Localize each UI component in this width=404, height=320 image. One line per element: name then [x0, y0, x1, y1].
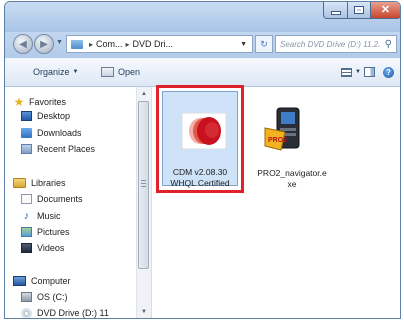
open-icon — [101, 67, 114, 77]
file-item-pro2-navigator[interactable]: PRO2 PRO2_navigator.e xe — [251, 93, 333, 199]
organize-label: Organize — [33, 67, 70, 77]
sidebar-item-label: OS (C:) — [37, 292, 68, 302]
navigation-pane-scrollbar[interactable]: ▲ ▼ — [136, 87, 151, 318]
scroll-up-icon[interactable]: ▲ — [137, 87, 151, 100]
maximize-icon — [354, 6, 364, 14]
desktop-icon — [21, 111, 32, 121]
navigation-pane: ★ Favorites Desktop Downloads Recent Pla… — [5, 87, 153, 318]
forward-arrow-icon: ▶ — [40, 38, 48, 50]
file-name: PRO2_navigator.e xe — [257, 168, 327, 189]
sidebar-item-label: Videos — [37, 243, 65, 253]
back-arrow-icon: ◀ — [19, 38, 27, 50]
documents-icon — [21, 194, 32, 204]
videos-icon — [21, 243, 32, 253]
help-icon: ? — [383, 66, 394, 78]
scroll-down-icon[interactable]: ▼ — [137, 305, 151, 318]
address-bar[interactable]: ▸ Com... ▸ DVD Dri... ▼ — [66, 35, 253, 53]
libraries-icon — [13, 178, 26, 188]
dvd-icon — [21, 307, 32, 318]
sidebar-item-label: Pictures — [37, 227, 70, 237]
music-icon: ♪ — [23, 210, 30, 222]
explorer-window: ✕ ◀ ▶ ▼ ▸ Com... ▸ DVD Dri... ▼ ↻ ⚲ Orga… — [4, 1, 401, 319]
sidebar-item-libraries[interactable]: Libraries — [13, 176, 66, 190]
address-dropdown-icon[interactable]: ▼ — [240, 41, 247, 48]
preview-pane-button[interactable] — [364, 58, 375, 86]
file-item-cdm[interactable]: CDM v2.08.30 WHQL Certified — [156, 85, 244, 193]
refresh-button[interactable]: ↻ — [255, 35, 273, 53]
sidebar-item-label: Desktop — [37, 111, 71, 121]
pro2-navigator-icon: PRO2 — [264, 107, 300, 151]
drive-icon — [21, 292, 32, 302]
file-name: CDM v2.08.30 WHQL Certified — [170, 167, 230, 188]
breadcrumb-dvd-drive[interactable]: DVD Dri... — [133, 39, 174, 49]
pane-divider[interactable] — [151, 87, 152, 318]
search-icon[interactable]: ⚲ — [385, 39, 392, 50]
change-view-button[interactable]: ▼ — [341, 58, 361, 86]
sidebar-item-documents[interactable]: Documents — [21, 192, 83, 206]
computer-icon — [13, 276, 26, 286]
back-button[interactable]: ◀ — [13, 34, 33, 54]
breadcrumb-separator[interactable]: ▸ — [126, 40, 130, 49]
navigation-bar: ◀ ▶ ▼ ▸ Com... ▸ DVD Dri... ▼ ↻ ⚲ — [5, 32, 400, 58]
recent-pages-dropdown[interactable]: ▼ — [56, 39, 63, 46]
breadcrumb-computer[interactable]: Com... — [96, 39, 123, 49]
sidebar-item-recent-places[interactable]: Recent Places — [21, 142, 95, 156]
maximize-button[interactable] — [347, 2, 371, 19]
sidebar-item-pictures[interactable]: Pictures — [21, 225, 70, 239]
search-input[interactable] — [280, 39, 380, 49]
svg-text:PRO2: PRO2 — [268, 137, 287, 144]
command-bar: Organize ▼ Open ▼ ? — [5, 58, 400, 87]
search-box[interactable]: ⚲ — [275, 35, 397, 53]
sidebar-item-favorites[interactable]: ★ Favorites — [13, 95, 66, 109]
sidebar-item-label: Computer — [31, 276, 71, 286]
close-button[interactable]: ✕ — [370, 2, 400, 19]
sidebar-item-label: Favorites — [29, 97, 67, 107]
chevron-down-icon: ▼ — [355, 69, 361, 75]
breadcrumb-separator[interactable]: ▸ — [89, 40, 93, 49]
grip-icon — [141, 180, 146, 188]
sidebar-item-computer[interactable]: Computer — [13, 274, 71, 288]
view-icon — [341, 67, 352, 77]
minimize-icon — [330, 10, 341, 15]
pictures-icon — [21, 227, 32, 237]
close-icon: ✕ — [380, 3, 391, 16]
sidebar-item-dvd-drive[interactable]: DVD Drive (D:) 11 — [21, 306, 109, 318]
sidebar-item-label: Documents — [37, 194, 83, 204]
scrollbar-thumb[interactable] — [138, 101, 149, 269]
sidebar-item-desktop[interactable]: Desktop — [21, 109, 70, 123]
organize-button[interactable]: Organize ▼ — [33, 58, 78, 86]
preview-pane-icon — [364, 67, 375, 77]
folder-icon — [71, 39, 83, 49]
downloads-icon — [21, 128, 32, 138]
sidebar-item-label: DVD Drive (D:) 11 — [37, 308, 109, 318]
title-bar: ✕ — [5, 2, 400, 32]
sidebar-item-downloads[interactable]: Downloads — [21, 126, 82, 140]
sidebar-item-label: Libraries — [31, 178, 66, 188]
sidebar-item-label: Downloads — [37, 128, 82, 138]
sidebar-item-videos[interactable]: Videos — [21, 241, 64, 255]
recent-places-icon — [21, 144, 32, 154]
refresh-icon: ↻ — [260, 38, 268, 49]
cdm-setup-icon — [181, 112, 227, 150]
star-icon: ★ — [13, 95, 25, 109]
minimize-button[interactable] — [323, 2, 348, 19]
sidebar-item-music[interactable]: ♪ Music — [21, 209, 61, 223]
sidebar-item-label: Music — [37, 211, 61, 221]
help-button[interactable]: ? — [383, 58, 394, 86]
sidebar-item-label: Recent Places — [37, 144, 96, 154]
chevron-down-icon: ▼ — [72, 69, 79, 75]
sidebar-item-os-c[interactable]: OS (C:) — [21, 290, 68, 304]
forward-button[interactable]: ▶ — [34, 34, 54, 54]
open-label: Open — [118, 67, 141, 77]
open-button[interactable]: Open — [101, 58, 140, 86]
selection-highlight: CDM v2.08.30 WHQL Certified — [162, 91, 238, 188]
